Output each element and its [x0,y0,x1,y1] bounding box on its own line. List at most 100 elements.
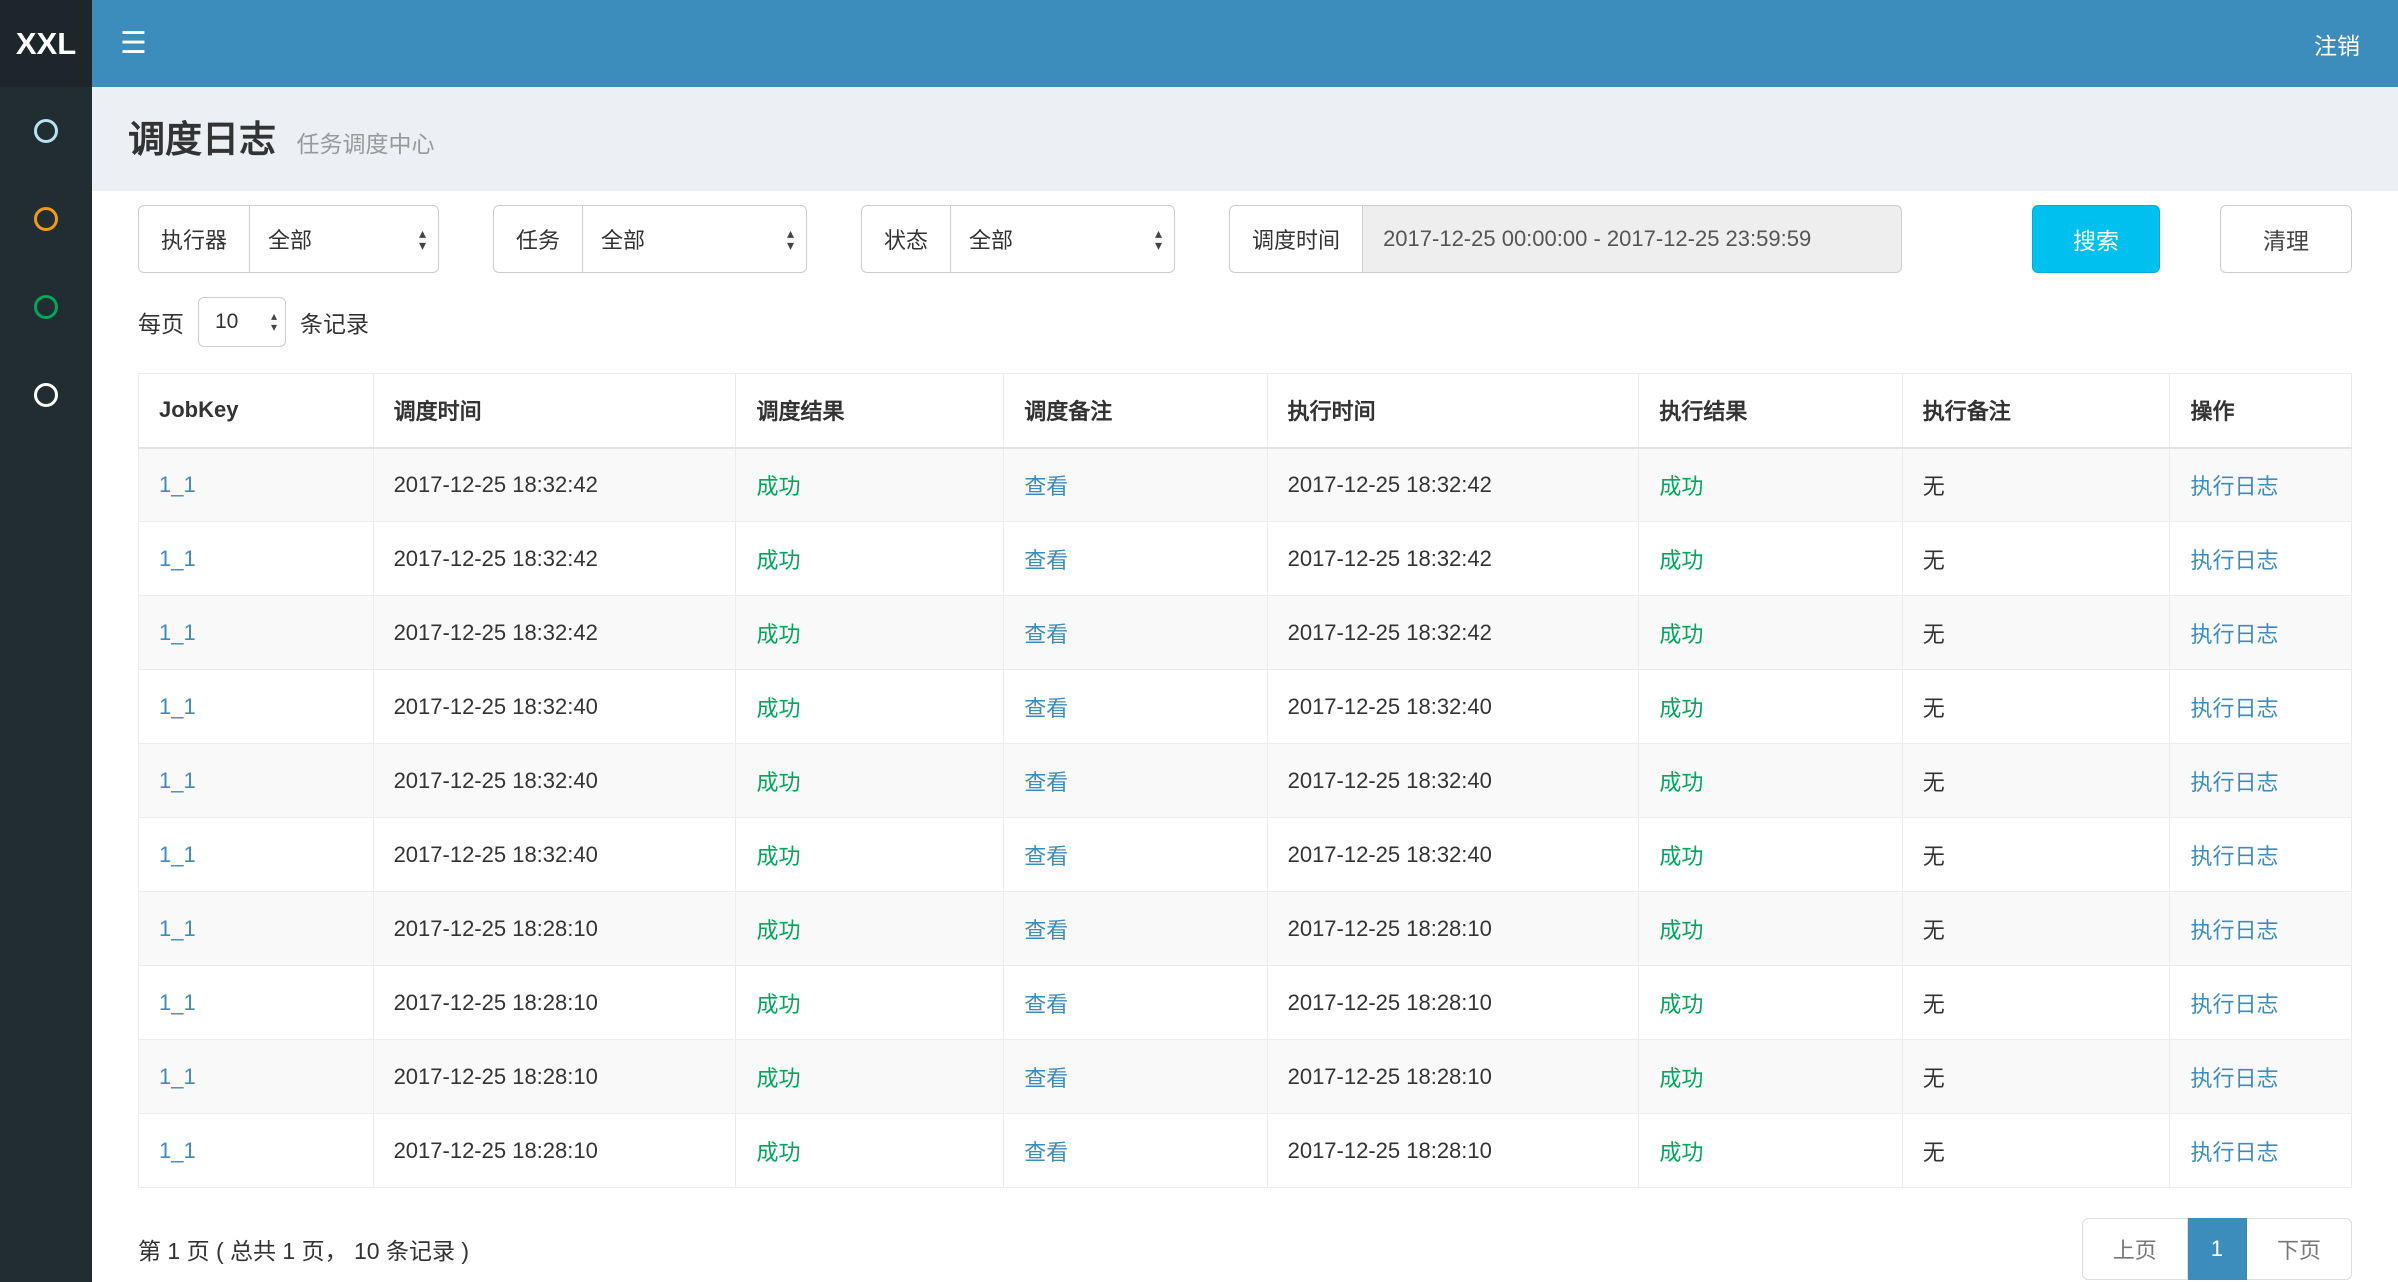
handle-result: 成功 [1639,966,1902,1040]
page-size-suffix-label: 条记录 [300,305,369,339]
prev-page-button[interactable]: 上页 [2082,1218,2188,1280]
log-table-body: 1_12017-12-25 18:32:42成功查看2017-12-25 18:… [139,448,2352,1188]
handle-msg: 无 [1902,1040,2170,1114]
trigger-time: 2017-12-25 18:32:42 [373,522,736,596]
handle-msg: 无 [1902,448,2170,522]
page-subtitle: 任务调度中心 [296,131,434,157]
select-arrows-icon: ▴▾ [787,227,794,251]
job-filter-label: 任务 [493,205,582,273]
executor-filter-label: 执行器 [138,205,249,273]
trigger-msg-link-cell: 查看 [1004,966,1267,1040]
sidebar-toggle-icon[interactable]: ☰ [92,0,175,87]
action-link[interactable]: 执行日志 [2190,1066,2278,1091]
action-link[interactable]: 执行日志 [2190,548,2278,573]
circle-icon [34,295,58,319]
trigger-msg-link[interactable]: 查看 [1024,696,1068,721]
handle-result: 成功 [1639,1040,1902,1114]
trigger-msg-link[interactable]: 查看 [1024,918,1068,943]
trigger-time: 2017-12-25 18:32:40 [373,670,736,744]
action-link-cell: 执行日志 [2170,596,2352,670]
handle-msg: 无 [1902,596,2170,670]
action-link[interactable]: 执行日志 [2190,918,2278,943]
job-key-link-cell: 1_1 [139,448,374,522]
job-key-link[interactable]: 1_1 [159,916,196,941]
job-key-link[interactable]: 1_1 [159,990,196,1015]
action-link-cell: 执行日志 [2170,670,2352,744]
job-select[interactable]: 全部 ▴▾ [582,205,807,273]
trigger-msg-link[interactable]: 查看 [1024,1066,1068,1091]
trigger-time: 2017-12-25 18:28:10 [373,1040,736,1114]
handle-result: 成功 [1639,744,1902,818]
executor-select-value: 全部 [268,223,312,255]
job-key-link[interactable]: 1_1 [159,768,196,793]
action-link[interactable]: 执行日志 [2190,1140,2278,1165]
job-key-link[interactable]: 1_1 [159,620,196,645]
job-key-link[interactable]: 1_1 [159,842,196,867]
col-handle-time: 执行时间 [1267,374,1639,448]
app-logo[interactable]: XXL [0,0,92,87]
next-page-button[interactable]: 下页 [2247,1218,2352,1280]
handle-time: 2017-12-25 18:28:10 [1267,892,1639,966]
job-key-link-cell: 1_1 [139,596,374,670]
handle-result: 成功 [1639,596,1902,670]
page-size-select[interactable]: 10 ▴▾ [198,297,286,347]
col-action: 操作 [2170,374,2352,448]
table-header-row: JobKey 调度时间 调度结果 调度备注 执行时间 执行结果 执行备注 操作 [139,374,2352,448]
top-navbar: XXL ☰ 注销 [0,0,2398,87]
trigger-time-range-input[interactable] [1362,205,1902,273]
trigger-result: 成功 [736,448,1004,522]
action-link[interactable]: 执行日志 [2190,696,2278,721]
sidebar-item-1[interactable] [0,87,92,175]
action-link[interactable]: 执行日志 [2190,622,2278,647]
action-link[interactable]: 执行日志 [2190,474,2278,499]
select-arrows-icon: ▴▾ [1155,227,1162,251]
handle-result: 成功 [1639,1114,1902,1188]
job-key-link[interactable]: 1_1 [159,694,196,719]
pagination-summary: 第 1 页 ( 总共 1 页， 10 条记录 ) [138,1232,469,1266]
executor-select[interactable]: 全部 ▴▾ [249,205,439,273]
status-filter-group: 状态 全部 ▴▾ [861,205,1175,273]
trigger-time: 2017-12-25 18:28:10 [373,966,736,1040]
trigger-msg-link[interactable]: 查看 [1024,992,1068,1017]
current-page-button[interactable]: 1 [2188,1218,2247,1280]
handle-time: 2017-12-25 18:32:42 [1267,522,1639,596]
sidebar-item-4[interactable] [0,351,92,439]
action-link-cell: 执行日志 [2170,818,2352,892]
job-key-link-cell: 1_1 [139,744,374,818]
table-row: 1_12017-12-25 18:28:10成功查看2017-12-25 18:… [139,1040,2352,1114]
handle-msg: 无 [1902,892,2170,966]
action-link[interactable]: 执行日志 [2190,992,2278,1017]
sidebar-item-3[interactable] [0,263,92,351]
page-title: 调度日志 [128,119,276,160]
job-key-link[interactable]: 1_1 [159,546,196,571]
status-select[interactable]: 全部 ▴▾ [950,205,1175,273]
trigger-msg-link[interactable]: 查看 [1024,548,1068,573]
trigger-time: 2017-12-25 18:28:10 [373,892,736,966]
handle-msg: 无 [1902,522,2170,596]
sidebar-item-2[interactable] [0,175,92,263]
action-link[interactable]: 执行日志 [2190,844,2278,869]
job-key-link[interactable]: 1_1 [159,1064,196,1089]
trigger-msg-link[interactable]: 查看 [1024,770,1068,795]
handle-result: 成功 [1639,892,1902,966]
trigger-msg-link-cell: 查看 [1004,1114,1267,1188]
trigger-msg-link[interactable]: 查看 [1024,622,1068,647]
trigger-msg-link[interactable]: 查看 [1024,474,1068,499]
logout-link[interactable]: 注销 [2276,0,2398,87]
job-key-link[interactable]: 1_1 [159,1138,196,1163]
trigger-result: 成功 [736,892,1004,966]
main-panel: 执行器 全部 ▴▾ 任务 全部 ▴▾ 状态 全部 ▴▾ [92,191,2398,1282]
status-filter-label: 状态 [861,205,950,273]
action-link-cell: 执行日志 [2170,1114,2352,1188]
trigger-time: 2017-12-25 18:32:42 [373,596,736,670]
select-arrows-icon: ▴▾ [419,227,426,251]
trigger-msg-link[interactable]: 查看 [1024,844,1068,869]
job-key-link[interactable]: 1_1 [159,472,196,497]
action-link[interactable]: 执行日志 [2190,770,2278,795]
job-key-link-cell: 1_1 [139,966,374,1040]
clear-button[interactable]: 清理 [2220,205,2352,273]
action-link-cell: 执行日志 [2170,744,2352,818]
search-button[interactable]: 搜索 [2032,205,2160,273]
trigger-msg-link[interactable]: 查看 [1024,1140,1068,1165]
table-row: 1_12017-12-25 18:32:42成功查看2017-12-25 18:… [139,448,2352,522]
